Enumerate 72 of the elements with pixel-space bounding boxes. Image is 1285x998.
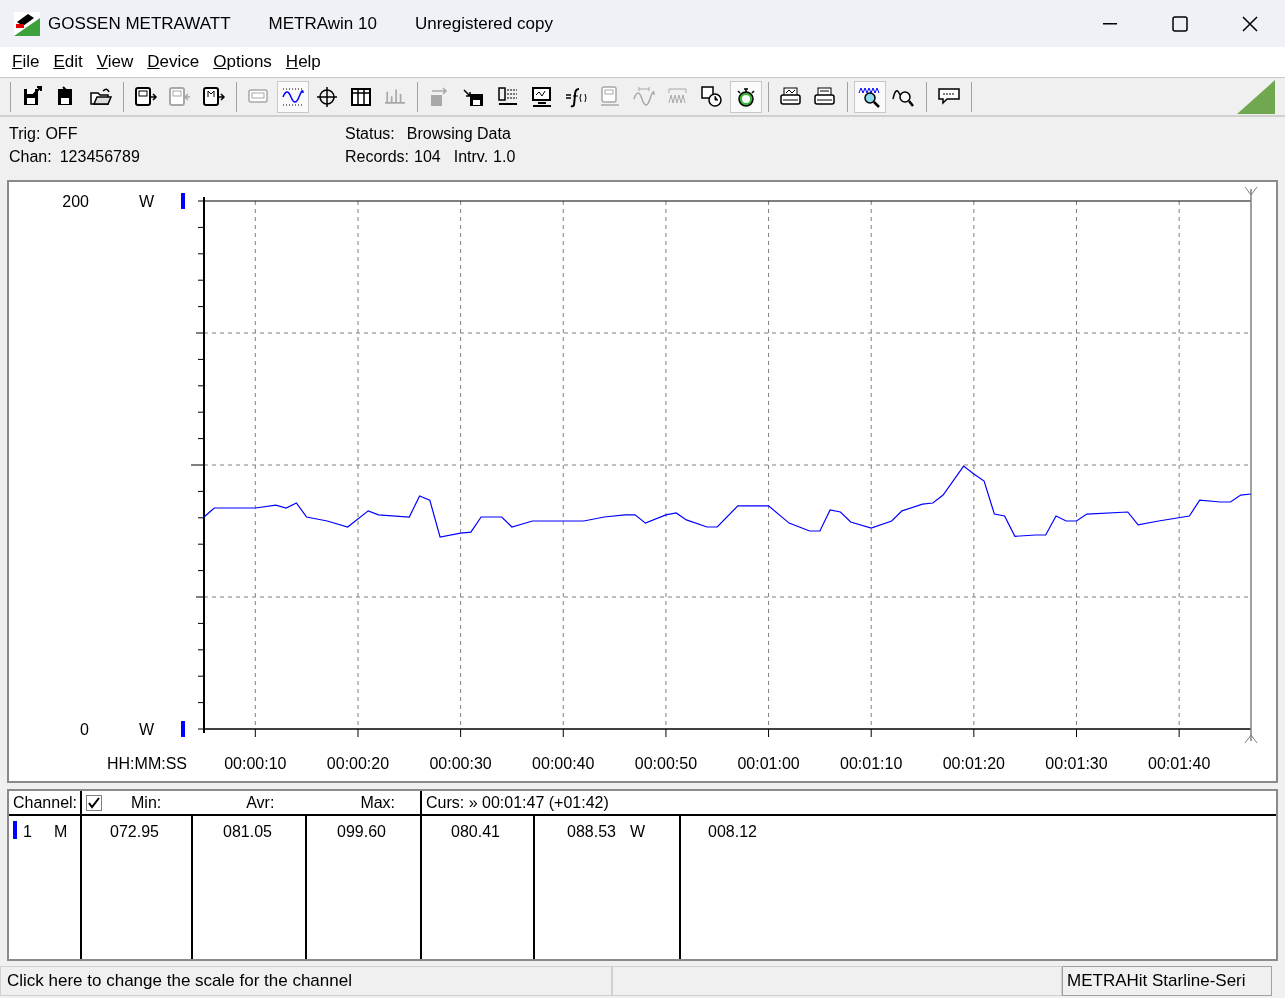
column-header: Channel: <box>13 792 78 813</box>
field-value: OFF <box>45 124 78 144</box>
window-title: Unregistered copy <box>414 12 553 35</box>
table-cell: 099.60 <box>337 823 386 840</box>
tick-label: 00:00:40 <box>532 755 595 772</box>
menu-item[interactable]: Options <box>207 51 278 73</box>
field-label: Trig: <box>9 124 41 144</box>
check-icon <box>88 796 100 809</box>
field-value: 104 <box>414 147 441 167</box>
scale-marker[interactable] <box>181 721 185 737</box>
tick-label: 00:00:10 <box>224 755 287 772</box>
sine-wave-icon <box>632 84 656 109</box>
toolbar-button[interactable] <box>730 80 762 113</box>
time-axis-label: HH:MM:SS <box>107 755 187 772</box>
cursor-readout: Curs: » 00:01:47 (+01:42) <box>426 792 609 813</box>
menu-item[interactable]: View <box>90 51 140 73</box>
meter-icon <box>598 84 622 109</box>
field-value: Browsing Data <box>406 124 511 144</box>
column-header: Avr: <box>246 792 275 813</box>
table-cell: 072.95 <box>110 823 159 840</box>
app-logo-icon <box>14 11 40 36</box>
channel-mode: M <box>53 822 68 842</box>
scale-marker[interactable] <box>181 193 185 209</box>
table-cell: 081.05 <box>223 823 272 840</box>
field-label: Records: <box>345 147 410 167</box>
menu-item[interactable]: Help <box>279 51 327 73</box>
unit-label: W <box>139 721 155 738</box>
minimize-icon <box>1103 22 1117 25</box>
meter-icon <box>202 84 226 109</box>
close-icon <box>1242 15 1258 32</box>
table-cell: 080.41 <box>451 823 500 840</box>
clock-icon <box>700 84 724 109</box>
monitor-icon <box>530 84 554 109</box>
field-value: 1.0 <box>493 147 516 167</box>
checkbox[interactable] <box>86 794 102 811</box>
field-label: Status: <box>345 124 395 144</box>
toolbar-button[interactable] <box>277 80 309 113</box>
table-cell: 008.12 <box>708 823 757 840</box>
table-cell-text: 088.53 <box>567 822 616 842</box>
field-label: Chan: <box>9 147 52 167</box>
cursor-line[interactable] <box>1244 186 1258 744</box>
field-label: Intrv. <box>453 147 489 167</box>
channel-number: 1 <box>23 822 32 842</box>
bar-chart-icon <box>385 89 405 104</box>
axis-label: 0 <box>80 721 89 738</box>
tick-label: 00:00:50 <box>634 755 698 772</box>
tick-label: 00:01:30 <box>1045 755 1108 772</box>
window-title: GOSSEN METRAWATT <box>48 12 231 35</box>
tick-label: 00:01:40 <box>1148 755 1211 772</box>
field-value: 123456789 <box>59 147 140 167</box>
tick-label: 00:00:30 <box>429 755 492 772</box>
tick-label: 00:01:00 <box>737 755 800 772</box>
menu-item[interactable]: File <box>6 51 46 73</box>
device-name: METRAHit Starline-Seri <box>1062 966 1272 996</box>
window-title: METRAwin 10 <box>268 12 377 35</box>
crosshair-icon <box>315 84 339 109</box>
unit-label: W <box>629 822 646 842</box>
tick-label: 00:00:20 <box>326 755 390 772</box>
status-hint[interactable]: Click here to change the scale for the channel <box>0 966 612 996</box>
meter-icon <box>134 84 158 109</box>
column-header: Min: <box>131 792 162 813</box>
axis-label: 200 <box>62 193 89 210</box>
column-header: Max: <box>360 792 396 813</box>
unit-label: W <box>139 193 155 210</box>
menu-item[interactable]: Edit <box>47 51 89 73</box>
triangle-logo-icon <box>1237 79 1275 114</box>
meter-icon <box>168 84 192 109</box>
toolbar-button[interactable] <box>854 80 886 113</box>
tick-label: 00:01:10 <box>840 755 903 772</box>
maximize-icon <box>1172 15 1188 32</box>
tick-label: 00:01:20 <box>942 755 1005 772</box>
menu-item[interactable]: Device <box>141 51 206 73</box>
